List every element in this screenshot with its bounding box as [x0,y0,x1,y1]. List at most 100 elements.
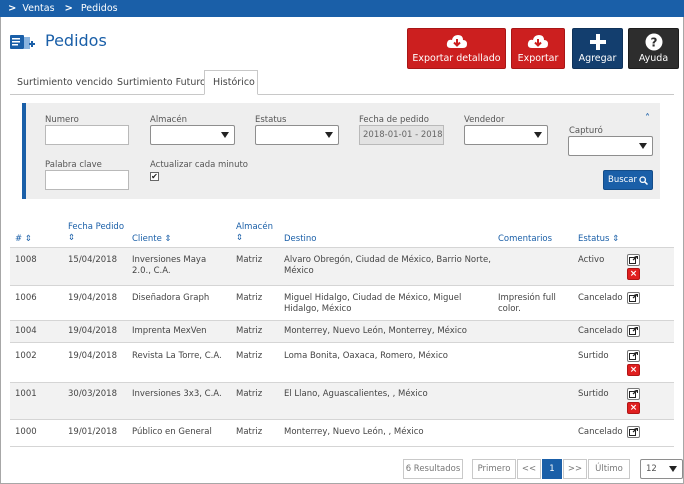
cell-estatus: Cancelado [578,326,623,336]
svg-text:?: ? [650,36,657,50]
page-next-button[interactable]: >> [563,459,587,479]
page-last-button[interactable]: Último [588,459,630,479]
help-label: Ayuda [638,53,669,64]
export-detailed-label: Exportar detallado [412,53,501,64]
page-title: Pedidos [45,31,107,50]
page-prev-button[interactable]: << [517,459,541,479]
cell-fecha: 30/03/2018 [68,389,117,399]
open-order-button[interactable] [627,388,640,400]
palabra-input[interactable] [45,170,129,190]
cloud-download-icon [446,35,467,48]
cell-comentarios: Impresión full color. [498,293,556,314]
tab-surtimiento-vencido[interactable]: Surtimiento vencido [17,70,113,95]
export-detailed-button[interactable]: Exportar detallado [407,28,506,69]
chevron-right-icon: > [64,3,73,14]
tab-surtimiento-futuro[interactable]: Surtimiento Futuro [117,70,206,95]
numero-label: Numero [45,115,79,125]
estatus-select[interactable] [255,125,339,145]
cell-estatus: Cancelado [578,293,623,303]
row-line [10,419,674,420]
close-icon: × [629,365,638,375]
breadcrumb: > Ventas > Pedidos [0,0,684,17]
cell-num: 1006 [15,293,37,303]
cell-destino: El Llano, Aguascalientes, , México [284,389,428,399]
cell-num: 1008 [15,255,37,265]
row-line [10,285,674,286]
per-page-value: 12 [646,464,657,474]
numero-input[interactable] [45,125,129,145]
chevron-right-icon: > [8,3,17,14]
breadcrumb-pedidos[interactable]: Pedidos [81,3,118,14]
add-label: Agregar [578,53,617,64]
cell-almacen: Matriz [236,351,263,361]
cell-destino: Monterrey, Nuevo León, , México [284,427,424,437]
th-cliente[interactable]: Cliente ⇕ [132,234,172,245]
collapse-chevron-icon[interactable]: ˄ [645,113,650,124]
th-estatus[interactable]: Estatus ⇕ [578,234,619,245]
breadcrumb-ventas[interactable]: Ventas [22,3,54,14]
capturo-select[interactable] [568,136,653,156]
th-num[interactable]: # ⇕ [15,234,32,245]
almacen-select[interactable] [150,125,235,145]
plus-icon [589,34,606,50]
cell-destino: Monterrey, Nuevo León, Monterrey, México [284,326,467,336]
external-link-icon [629,256,638,264]
row-line [10,446,674,447]
cell-estatus: Surtido [578,389,609,399]
tab-historico[interactable]: Histórico [204,70,258,95]
row-line [10,342,674,343]
cancel-order-button[interactable]: × [627,364,640,376]
open-order-button[interactable] [627,292,640,304]
cancel-order-button[interactable]: × [627,268,640,280]
chevron-down-icon [639,143,647,149]
almacen-label: Almacén [150,115,187,125]
open-order-button[interactable] [627,350,640,362]
add-button[interactable]: Agregar [572,28,623,69]
cell-fecha: 19/04/2018 [68,293,117,303]
cell-almacen: Matriz [236,255,263,265]
external-link-icon [629,428,638,436]
open-order-button[interactable] [627,325,640,337]
external-link-icon [629,327,638,335]
export-label: Exportar [517,53,559,64]
fecha-input[interactable]: 2018-01-01 - 2018-04 [359,125,444,145]
page-first-button[interactable]: Primero [472,459,516,479]
cancel-order-button[interactable]: × [627,402,640,414]
cell-estatus: Cancelado [578,427,623,437]
search-icon [639,175,649,185]
external-link-icon [629,390,638,398]
actualizar-checkbox[interactable]: ✔ [150,172,159,181]
th-fecha[interactable]: Fecha Pedido ⇕ [68,222,124,244]
actualizar-label: Actualizar cada minuto [150,160,248,170]
open-order-button[interactable] [627,254,640,266]
cell-num: 1000 [15,427,37,437]
chevron-down-icon [325,132,333,138]
row-line [10,320,674,321]
fecha-label: Fecha de pedido [359,115,429,125]
cell-estatus: Surtido [578,351,609,361]
cell-destino: Miguel Hidalgo, Ciudad de México, Miguel… [284,293,462,314]
vendedor-select[interactable] [464,125,548,145]
buscar-button[interactable]: Buscar [603,170,653,190]
orders-icon [10,35,35,49]
per-page-select[interactable]: 12 [640,459,683,479]
cell-cliente: Revista La Torre, C.A. [132,351,222,361]
cell-almacen: Matriz [236,389,263,399]
estatus-label: Estatus [255,115,287,125]
cell-cliente: Público en General [132,427,212,437]
vendedor-label: Vendedor [464,115,505,125]
cell-cliente: Imprenta MexVen [132,326,207,336]
export-button[interactable]: Exportar [511,28,565,69]
close-icon: × [629,403,638,413]
open-order-button[interactable] [627,426,640,438]
chevron-down-icon [669,466,677,472]
row-line [10,382,674,383]
question-icon: ? [645,33,662,51]
cell-num: 1002 [15,351,37,361]
cell-num: 1001 [15,389,37,399]
help-button[interactable]: ? Ayuda [628,28,679,69]
chevron-down-icon [534,132,542,138]
external-link-icon [629,352,638,360]
th-almacen[interactable]: Almacén ⇕ [236,222,273,244]
page-current-button[interactable]: 1 [542,459,562,479]
